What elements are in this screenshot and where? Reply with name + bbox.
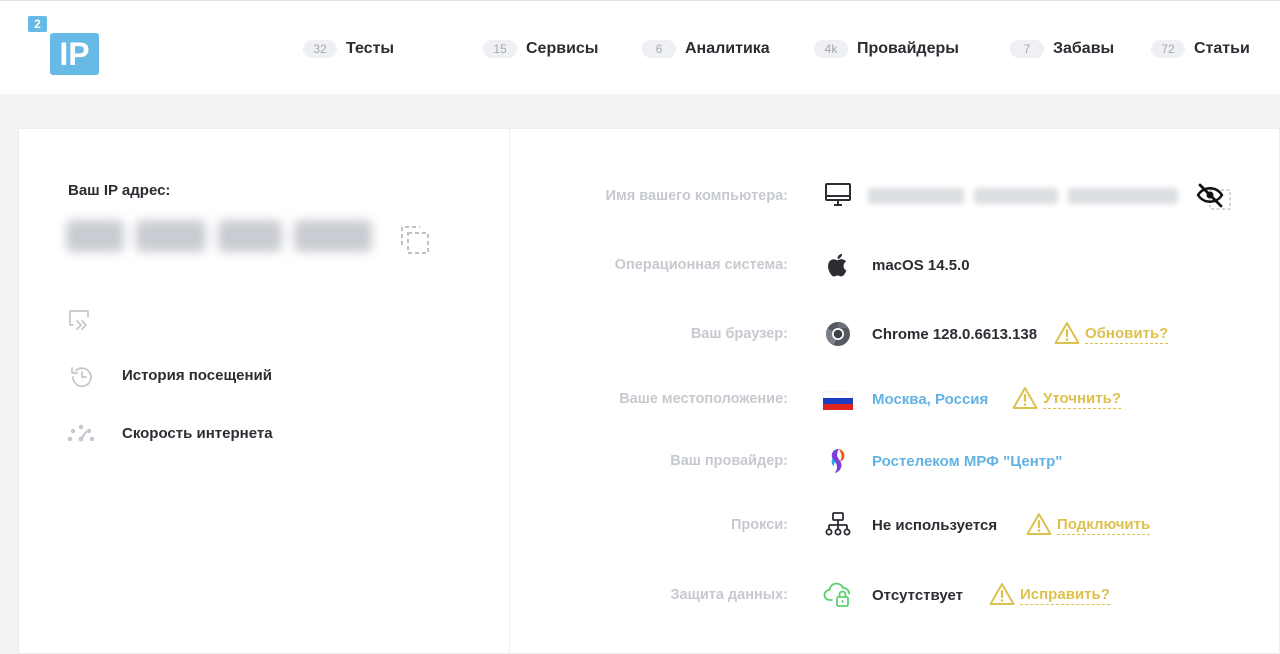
ip-title: Ваш IP адрес: xyxy=(68,182,171,199)
update-browser-link[interactable]: Обновить? xyxy=(1085,325,1169,344)
nav-label: Сервисы xyxy=(526,40,599,57)
history-icon xyxy=(71,367,92,388)
fix-protection-link[interactable]: Исправить? xyxy=(1020,586,1110,605)
warning-icon xyxy=(1012,387,1038,409)
nav-count-badge: 7 xyxy=(1010,40,1044,58)
nav-analytics[interactable]: 6 Аналитика xyxy=(642,39,770,59)
computer-name-blurred xyxy=(866,182,1182,210)
data-protection-value: Отсутствует xyxy=(872,587,964,604)
hide-eye-icon[interactable] xyxy=(1196,182,1232,210)
nav-label: Статьи xyxy=(1194,40,1250,57)
proxy-label: Прокси: xyxy=(730,517,788,533)
proxy-value: Не используется xyxy=(872,517,998,534)
logo-2ip[interactable]: 2 IP xyxy=(28,13,100,77)
nav-label: Аналитика xyxy=(685,40,770,57)
provider-value[interactable]: Ростелеком МРФ "Центр" xyxy=(872,453,1062,470)
location-value[interactable]: Москва, Россия xyxy=(872,391,988,408)
nav-label: Провайдеры xyxy=(857,40,959,57)
connect-proxy-link[interactable]: Подключить xyxy=(1057,516,1151,535)
nav-count-badge: 32 xyxy=(303,40,337,58)
os-label: Операционная система: xyxy=(614,257,788,273)
chrome-icon xyxy=(826,322,850,346)
data-protection-label: Защита данных: xyxy=(670,587,788,603)
provider-label: Ваш провайдер: xyxy=(670,453,788,469)
nav-count-badge: 15 xyxy=(483,40,517,58)
history-link[interactable]: История посещений xyxy=(122,367,272,384)
nav-count-badge: 6 xyxy=(642,40,676,58)
nav-count-badge: 4k xyxy=(814,40,848,58)
ip-card xyxy=(18,128,509,654)
os-value: macOS 14.5.0 xyxy=(872,257,970,274)
monitor-icon xyxy=(825,183,851,206)
browser-label: Ваш браузер: xyxy=(690,326,788,342)
rostelecom-icon xyxy=(831,449,845,473)
speedtest-link[interactable]: Скорость интернета xyxy=(122,425,273,442)
warning-icon xyxy=(1054,322,1080,344)
logo-big-text: IP xyxy=(59,36,89,72)
nav-label: Тесты xyxy=(346,40,395,57)
nav-articles[interactable]: 72 Статьи xyxy=(1151,39,1250,59)
site-header: 2 IP 32 Тесты 15 Сервисы 6 Аналитика 4k … xyxy=(0,1,1280,94)
speedometer-icon xyxy=(67,424,95,442)
nav-fun[interactable]: 7 Забавы xyxy=(1010,39,1114,59)
network-icon xyxy=(825,512,851,536)
apple-icon xyxy=(828,253,847,277)
ip-address-blurred xyxy=(62,210,380,266)
warning-icon xyxy=(1026,513,1052,535)
browser-value: Chrome 128.0.6613.138 xyxy=(872,326,1038,343)
nav-services[interactable]: 15 Сервисы xyxy=(483,39,598,59)
copy-ip-icon[interactable] xyxy=(400,225,430,255)
nav-count-badge: 72 xyxy=(1151,40,1185,58)
nav-label: Забавы xyxy=(1053,40,1115,57)
location-label: Ваше местоположение: xyxy=(619,391,788,407)
warning-icon xyxy=(989,583,1015,605)
cloud-lock-icon xyxy=(823,582,850,607)
logo-small-text: 2 xyxy=(34,17,41,31)
nav-providers[interactable]: 4k Провайдеры xyxy=(814,39,959,59)
russia-flag-icon xyxy=(822,391,854,410)
nav-tests[interactable]: 32 Тесты xyxy=(303,39,394,59)
clarify-location-link[interactable]: Уточнить? xyxy=(1043,390,1121,409)
redirect-icon[interactable] xyxy=(67,308,93,332)
computer-name-label: Имя вашего компьютера: xyxy=(605,188,788,204)
